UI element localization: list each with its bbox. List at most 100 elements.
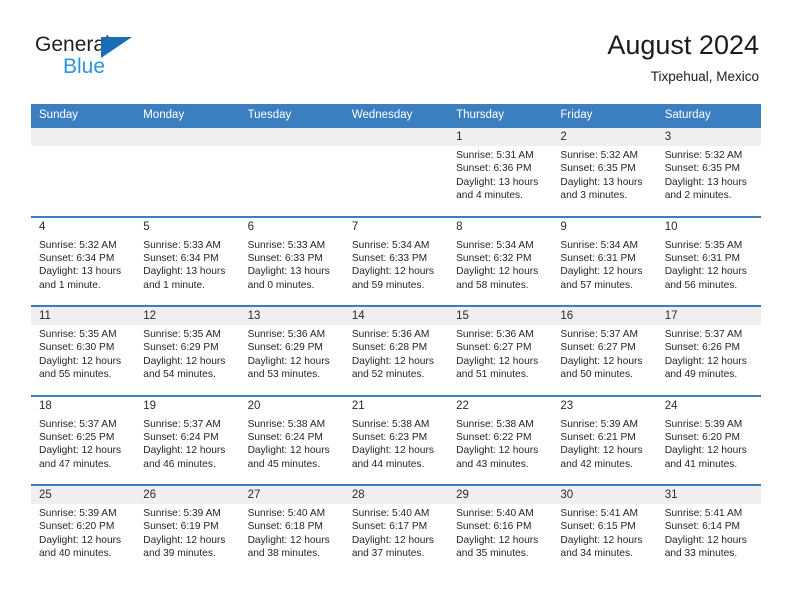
sunset-text: Sunset: 6:33 PM: [351, 252, 428, 264]
daylight-text-line2: and 3 minutes.: [560, 190, 628, 202]
day-cell[interactable]: 21 Sunrise: 5:38 AM Sunset: 6:23 PM Dayligh…: [343, 396, 449, 485]
daylight-text-line1: Daylight: 12 hours: [560, 355, 643, 367]
day-cell[interactable]: 6 Sunrise: 5:33 AM Sunset: 6:33 PM Daylight…: [239, 217, 344, 306]
day-cell[interactable]: 5 Sunrise: 5:33 AM Sunset: 6:34 PM Daylight…: [135, 217, 240, 306]
daylight-text-line2: and 54 minutes.: [143, 369, 216, 381]
day-cell[interactable]: 13 Sunrise: 5:36 AM Sunset: 6:29 PM Dayligh…: [239, 307, 344, 395]
sunset-text: Sunset: 6:17 PM: [351, 521, 428, 533]
daylight-text-line1: Daylight: 13 hours: [247, 266, 330, 278]
day-details: Sunrise: 5:40 AM Sunset: 6:17 PM Daylight:…: [344, 504, 448, 561]
daylight-text-line1: Daylight: 12 hours: [456, 534, 539, 546]
daylight-text-line1: Daylight: 12 hours: [39, 355, 122, 367]
sunset-text: Sunset: 6:32 PM: [456, 252, 532, 264]
day-number-band: 18: [31, 396, 136, 415]
day-cell[interactable]: 18 Sunrise: 5:37 AM Sunset: 6:25 PM Dayligh…: [31, 396, 136, 485]
weekday-header-friday: Friday: [560, 109, 593, 121]
day-cell[interactable]: 30 Sunrise: 5:41 AM Sunset: 6:15 PM Dayligh…: [552, 486, 657, 574]
day-cell[interactable]: 8 Sunrise: 5:34 AM Sunset: 6:32 PM Daylight…: [448, 217, 553, 306]
day-cell[interactable]: 31 Sunrise: 5:41 AM Sunset: 6:14 PM Dayligh…: [656, 486, 761, 574]
day-details: Sunrise: 5:32 AM Sunset: 6:35 PM Daylight:…: [552, 146, 656, 203]
sunrise-text: Sunrise: 5:32 AM: [39, 239, 117, 251]
sunrise-text: Sunrise: 5:33 AM: [247, 239, 326, 251]
day-number-band: 4: [31, 217, 136, 236]
sunrise-text: Sunrise: 5:31 AM: [456, 150, 534, 161]
day-cell[interactable]: 10 Sunrise: 5:35 AM Sunset: 6:31 PM Dayligh…: [656, 217, 761, 306]
daylight-text-line2: and 50 minutes.: [560, 369, 633, 381]
sunrise-text: Sunrise: 5:34 AM: [351, 239, 430, 251]
day-cell[interactable]: 11 Sunrise: 5:35 AM Sunset: 6:30 PM Dayligh…: [31, 307, 136, 395]
day-cell[interactable]: 15 Sunrise: 5:36 AM Sunset: 6:27 PM Dayligh…: [448, 307, 553, 395]
sunrise-text: Sunrise: 5:39 AM: [664, 418, 743, 430]
day-cell[interactable]: 2 Sunrise: 5:32 AM Sunset: 6:35 PM Daylight…: [552, 128, 657, 216]
day-cell[interactable]: 23 Sunrise: 5:39 AM Sunset: 6:21 PM Dayligh…: [552, 396, 657, 485]
day-details: Sunrise: 5:39 AM Sunset: 6:20 PM Daylight:…: [657, 415, 761, 472]
day-cell[interactable]: 29 Sunrise: 5:40 AM Sunset: 6:16 PM Dayligh…: [448, 486, 553, 574]
day-cell[interactable]: 12 Sunrise: 5:35 AM Sunset: 6:29 PM Dayligh…: [135, 307, 240, 395]
day-number-band: 21: [343, 396, 449, 415]
day-details: Sunrise: 5:41 AM Sunset: 6:14 PM Daylight:…: [657, 504, 761, 561]
day-details: Sunrise: 5:37 AM Sunset: 6:25 PM Daylight:…: [31, 415, 135, 472]
day-details: Sunrise: 5:39 AM Sunset: 6:19 PM Daylight:…: [135, 504, 239, 561]
daylight-text-line2: and 38 minutes.: [247, 548, 321, 560]
daylight-text-line1: Daylight: 12 hours: [247, 445, 330, 457]
day-cell[interactable]: 24 Sunrise: 5:39 AM Sunset: 6:20 PM Dayligh…: [656, 396, 761, 485]
day-cell[interactable]: 22 Sunrise: 5:38 AM Sunset: 6:22 PM Dayligh…: [448, 396, 553, 485]
day-cell[interactable]: 7 Sunrise: 5:34 AM Sunset: 6:33 PM Daylight…: [343, 217, 449, 306]
day-number-band: 24: [656, 396, 761, 415]
daylight-text-line2: and 52 minutes.: [351, 369, 425, 381]
daylight-text-line2: and 41 minutes.: [664, 458, 738, 470]
day-number: 17: [664, 310, 678, 322]
sunset-text: Sunset: 6:31 PM: [664, 252, 741, 264]
logo-triangle-icon: [101, 37, 132, 58]
day-number-band: [239, 128, 344, 146]
day-cell[interactable]: 19 Sunrise: 5:37 AM Sunset: 6:24 PM Dayligh…: [135, 396, 240, 485]
sunset-text: Sunset: 6:26 PM: [664, 342, 741, 354]
sunset-text: Sunset: 6:14 PM: [664, 521, 741, 533]
week-row: 1 Sunrise: 5:31 AM Sunset: 6:36 PM Daylight…: [31, 126, 761, 216]
day-details: Sunrise: 5:37 AM Sunset: 6:26 PM Daylight:…: [657, 325, 761, 382]
day-details: Sunrise: 5:31 AM Sunset: 6:36 PM Daylight:…: [448, 146, 552, 203]
generalblue-logo[interactable]: General Blue: [35, 33, 175, 85]
calendar-page: General Blue August 2024 Tixpehual, Mexi…: [0, 0, 792, 612]
sunrise-text: Sunrise: 5:35 AM: [664, 239, 743, 251]
sunrise-text: Sunrise: 5:32 AM: [560, 150, 638, 161]
day-cell[interactable]: 4 Sunrise: 5:32 AM Sunset: 6:34 PM Daylight…: [31, 217, 136, 306]
sunset-text: Sunset: 6:15 PM: [560, 521, 636, 533]
day-cell[interactable]: 16 Sunrise: 5:37 AM Sunset: 6:27 PM Dayligh…: [552, 307, 657, 395]
sunset-text: Sunset: 6:20 PM: [39, 521, 115, 533]
day-number-band: [343, 128, 449, 146]
sunrise-text: Sunrise: 5:37 AM: [664, 329, 743, 340]
daylight-text-line2: and 0 minutes.: [247, 279, 315, 291]
day-number: 29: [456, 489, 469, 501]
day-cell[interactable]: 26 Sunrise: 5:39 AM Sunset: 6:19 PM Dayligh…: [135, 486, 240, 574]
day-number-band: 6: [239, 217, 344, 236]
day-number-band: 26: [135, 486, 240, 504]
day-number: 15: [456, 310, 469, 322]
title-block: August 2024 Tixpehual, Mexico: [607, 28, 759, 85]
daylight-text-line1: Daylight: 12 hours: [456, 355, 539, 367]
day-number-band: 27: [239, 486, 344, 504]
day-cell[interactable]: 9 Sunrise: 5:34 AM Sunset: 6:31 PM Daylight…: [552, 217, 657, 306]
day-details: Sunrise: 5:36 AM Sunset: 6:29 PM Daylight:…: [240, 325, 344, 382]
day-cell[interactable]: 17 Sunrise: 5:37 AM Sunset: 6:26 PM Dayligh…: [656, 307, 761, 395]
day-cell[interactable]: 25 Sunrise: 5:39 AM Sunset: 6:20 PM Dayligh…: [31, 486, 136, 574]
day-cell[interactable]: 3 Sunrise: 5:32 AM Sunset: 6:35 PM Daylight…: [656, 128, 761, 216]
day-cell[interactable]: 14 Sunrise: 5:36 AM Sunset: 6:28 PM Dayligh…: [343, 307, 449, 395]
day-number: 21: [351, 399, 365, 412]
day-cell[interactable]: 27 Sunrise: 5:40 AM Sunset: 6:18 PM Dayligh…: [239, 486, 344, 574]
daylight-text-line1: Daylight: 12 hours: [560, 534, 643, 546]
daylight-text-line2: and 33 minutes.: [664, 548, 738, 560]
sunrise-text: Sunrise: 5:34 AM: [560, 239, 638, 251]
day-cell[interactable]: 1 Sunrise: 5:31 AM Sunset: 6:36 PM Daylight…: [448, 128, 553, 216]
day-number-band: 9: [552, 217, 657, 236]
daylight-text-line1: Daylight: 12 hours: [560, 266, 643, 278]
day-number: 16: [560, 310, 574, 322]
day-cell[interactable]: 28 Sunrise: 5:40 AM Sunset: 6:17 PM Dayligh…: [343, 486, 449, 574]
weekday-header-row: Sunday Monday Tuesday Wednesday Thursday…: [31, 104, 761, 126]
sunset-text: Sunset: 6:31 PM: [560, 252, 636, 264]
day-number-band: 8: [448, 217, 553, 236]
daylight-text-line2: and 35 minutes.: [456, 548, 529, 560]
day-cell[interactable]: 20 Sunrise: 5:38 AM Sunset: 6:24 PM Dayligh…: [239, 396, 344, 485]
day-details: Sunrise: 5:33 AM Sunset: 6:34 PM Daylight:…: [135, 236, 239, 293]
daylight-text-line1: Daylight: 13 hours: [456, 176, 539, 188]
